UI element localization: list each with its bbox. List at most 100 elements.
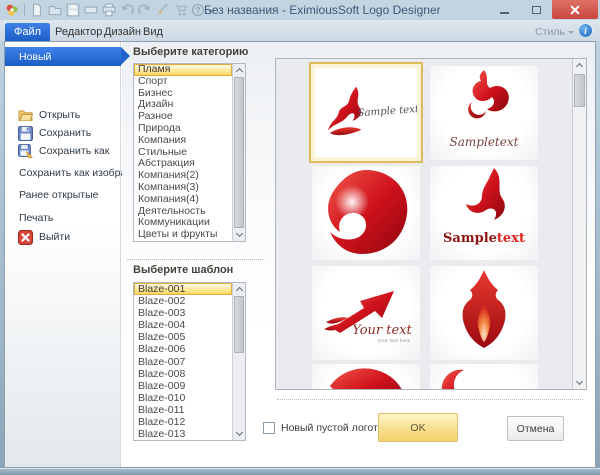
backstage-view: Новый Открыть Сохранить Сохранить как Со… bbox=[5, 42, 595, 467]
menu-item-exit[interactable]: Выйти bbox=[5, 228, 121, 246]
category-item[interactable]: Спорт bbox=[134, 76, 232, 88]
preview-cell[interactable] bbox=[430, 266, 538, 360]
category-item[interactable]: Цветы и фрукты bbox=[134, 229, 232, 241]
category-item[interactable]: Компания(2) bbox=[134, 170, 232, 182]
window-controls bbox=[488, 0, 598, 19]
chevron-down-icon bbox=[568, 31, 574, 34]
template-scrollbar[interactable] bbox=[232, 283, 245, 440]
save-as-icon bbox=[18, 144, 33, 159]
maximize-button[interactable] bbox=[520, 0, 552, 19]
blank-logo-label: Новый пустой логотип bbox=[281, 422, 389, 434]
flame-logo bbox=[328, 87, 361, 136]
window-frame-bottom bbox=[0, 468, 600, 475]
template-item[interactable]: Blaze-011 bbox=[134, 404, 232, 416]
category-item[interactable]: Компания bbox=[134, 135, 232, 147]
close-button[interactable] bbox=[552, 0, 598, 19]
template-item[interactable]: Blaze-006 bbox=[134, 343, 232, 355]
print-icon[interactable] bbox=[102, 3, 116, 17]
category-item[interactable]: Стильные bbox=[134, 147, 232, 159]
template-item[interactable]: Blaze-009 bbox=[134, 380, 232, 392]
category-item[interactable]: Компания(3) bbox=[134, 182, 232, 194]
title-bar: Без названия - EximiousSoft Logo Designe… bbox=[0, 0, 600, 20]
menu-item-save-as-image[interactable]: Сохранить как изображение bbox=[5, 164, 121, 182]
preview-cell[interactable]: Your text your text here bbox=[312, 266, 420, 360]
export-icon[interactable] bbox=[84, 3, 98, 17]
scroll-down-icon[interactable] bbox=[576, 378, 583, 385]
template-item[interactable]: Blaze-003 bbox=[134, 307, 232, 319]
category-item[interactable]: Природа bbox=[134, 123, 232, 135]
category-item[interactable]: Дизайн bbox=[134, 99, 232, 111]
save-icon[interactable] bbox=[66, 3, 80, 17]
preview-cell[interactable]: Sampletext bbox=[430, 166, 538, 260]
selected-item-notch bbox=[121, 47, 130, 65]
template-item[interactable]: Blaze-004 bbox=[134, 319, 232, 331]
menu-item-open[interactable]: Открыть bbox=[5, 106, 121, 124]
open-folder-icon[interactable] bbox=[48, 3, 62, 17]
new-logo-dialog: Выберите категорию ПламяСпортБизнесДизай… bbox=[122, 42, 595, 467]
template-item[interactable]: Blaze-001 bbox=[134, 283, 232, 295]
minimize-icon bbox=[500, 12, 509, 14]
minimize-button[interactable] bbox=[488, 0, 520, 19]
preview-text: Sample text bbox=[357, 104, 417, 119]
category-list: ПламяСпортБизнесДизайнРазноеПриродаКомпа… bbox=[133, 63, 246, 242]
template-item[interactable]: Blaze-002 bbox=[134, 295, 232, 307]
template-item[interactable]: Blaze-010 bbox=[134, 392, 232, 404]
cancel-button[interactable]: Отмена bbox=[507, 416, 564, 441]
template-label: Выберите шаблон bbox=[133, 264, 233, 276]
separator bbox=[277, 399, 583, 400]
template-item[interactable]: Blaze-007 bbox=[134, 356, 232, 368]
scroll-up-icon[interactable] bbox=[235, 287, 242, 294]
preview-text: Sampletext bbox=[443, 231, 525, 246]
menu-item-recent[interactable]: Ранее открытые bbox=[5, 186, 121, 204]
exit-icon bbox=[18, 230, 33, 245]
cart-icon[interactable] bbox=[174, 3, 188, 17]
ok-button[interactable]: OK bbox=[378, 413, 458, 442]
category-item[interactable]: Коммуникации bbox=[134, 217, 232, 229]
preview-cell[interactable] bbox=[312, 166, 420, 260]
category-label: Выберите категорию bbox=[133, 46, 248, 58]
category-item[interactable]: Разное bbox=[134, 111, 232, 123]
template-item[interactable]: Blaze-012 bbox=[134, 416, 232, 428]
quick-access-toolbar bbox=[5, 2, 214, 18]
preview-scrollbar[interactable] bbox=[572, 59, 586, 389]
brush-icon[interactable] bbox=[156, 3, 170, 17]
preview-cell[interactable] bbox=[430, 364, 538, 390]
info-icon[interactable] bbox=[579, 24, 592, 37]
category-item[interactable]: Пламя bbox=[134, 64, 232, 76]
open-folder-icon bbox=[18, 108, 33, 123]
scroll-down-icon[interactable] bbox=[235, 230, 242, 237]
category-item[interactable]: Бизнес bbox=[134, 88, 232, 100]
new-document-icon[interactable] bbox=[30, 3, 44, 17]
template-list: Blaze-001Blaze-002Blaze-003Blaze-004Blaz… bbox=[133, 282, 246, 441]
preview-text: Sampletext bbox=[450, 135, 519, 149]
template-item[interactable]: Blaze-013 bbox=[134, 428, 232, 440]
template-item[interactable]: Blaze-008 bbox=[134, 368, 232, 380]
tab-file[interactable]: Файл bbox=[5, 23, 50, 42]
menu-item-save[interactable]: Сохранить bbox=[5, 124, 121, 142]
help-icon[interactable] bbox=[192, 4, 204, 16]
category-scrollbar[interactable] bbox=[232, 64, 245, 241]
scroll-up-icon[interactable] bbox=[576, 63, 583, 70]
preview-cell[interactable] bbox=[312, 364, 420, 390]
tab-view[interactable]: Вид bbox=[134, 23, 172, 42]
category-item[interactable]: Абстракция bbox=[134, 158, 232, 170]
menu-item-save-as[interactable]: Сохранить как bbox=[5, 142, 121, 160]
preview-cell[interactable]: Sampletext bbox=[430, 66, 538, 160]
scroll-up-icon[interactable] bbox=[235, 68, 242, 75]
category-item[interactable]: Компания(4) bbox=[134, 194, 232, 206]
preview-cell-selected[interactable]: Sample text bbox=[309, 62, 423, 163]
scrollbar-thumb[interactable] bbox=[234, 296, 244, 353]
menu-item-new[interactable]: Новый bbox=[5, 47, 121, 66]
scrollbar-thumb[interactable] bbox=[574, 74, 585, 107]
menu-item-print[interactable]: Печать bbox=[5, 209, 121, 227]
scroll-down-icon[interactable] bbox=[235, 429, 242, 436]
category-item[interactable]: Деятельность bbox=[134, 206, 232, 218]
toolbar-separator bbox=[24, 4, 25, 16]
app-logo-icon bbox=[5, 3, 19, 17]
blank-logo-checkbox[interactable] bbox=[263, 422, 275, 434]
template-item[interactable]: Blaze-005 bbox=[134, 331, 232, 343]
style-button[interactable]: Стиль bbox=[535, 26, 574, 38]
undo-icon[interactable] bbox=[120, 3, 134, 17]
scrollbar-thumb[interactable] bbox=[234, 77, 244, 228]
redo-icon[interactable] bbox=[138, 3, 152, 17]
